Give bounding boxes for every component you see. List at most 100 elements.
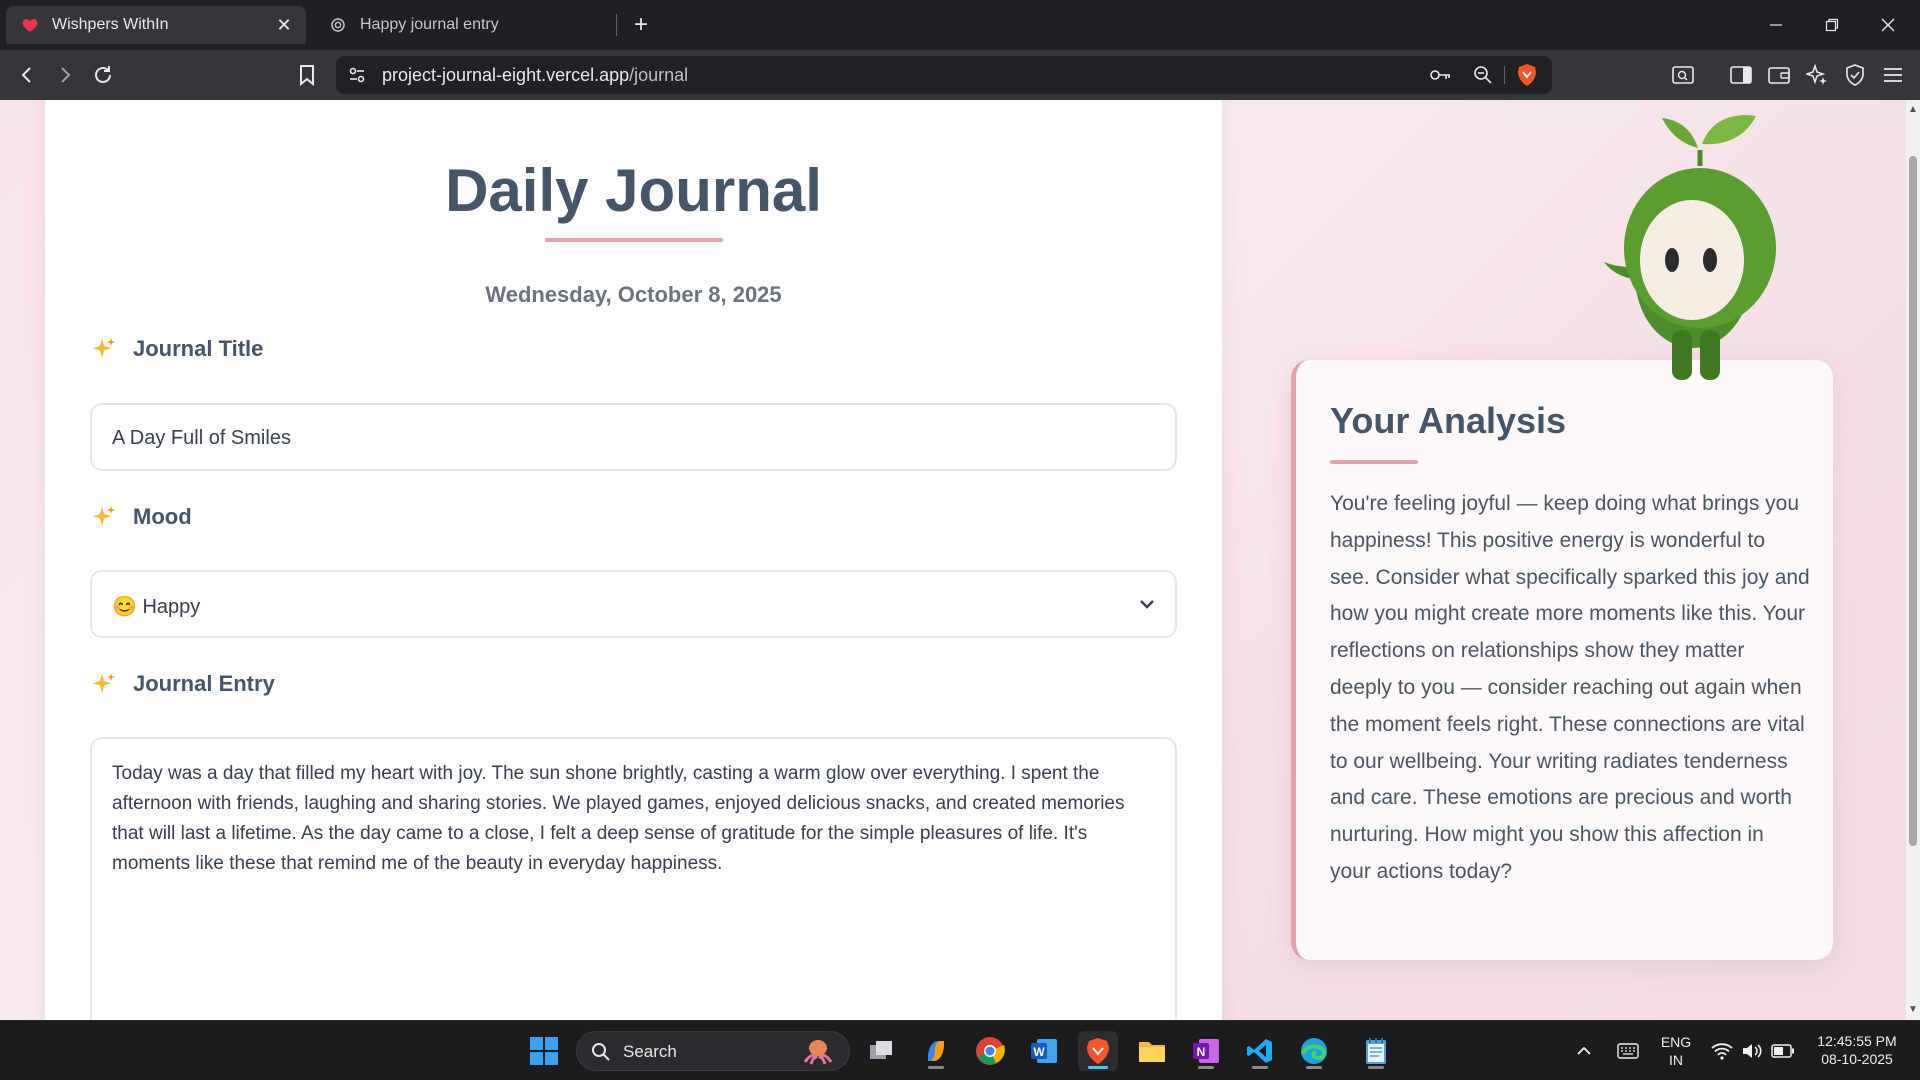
region-code: IN bbox=[1669, 1052, 1683, 1068]
running-indicator bbox=[1088, 1066, 1108, 1069]
forward-icon[interactable] bbox=[50, 60, 80, 90]
start-windows-icon[interactable] bbox=[524, 1031, 564, 1071]
minimize-button[interactable] bbox=[1748, 0, 1804, 50]
browser-toolbar: project-journal-eight.vercel.app/journal bbox=[0, 50, 1920, 100]
journal-entry-textarea[interactable]: Today was a day that filled my heart wit… bbox=[90, 737, 1177, 1020]
field-label-text: Mood bbox=[133, 504, 192, 529]
journal-entry-label: Journal Entry bbox=[91, 671, 275, 697]
new-tab-button[interactable]: + bbox=[626, 10, 656, 40]
page-title: Daily Journal bbox=[445, 157, 822, 224]
page-scrollbar[interactable]: ▲ ▼ bbox=[1906, 100, 1920, 1020]
brave-browser-icon[interactable] bbox=[1078, 1031, 1118, 1071]
scrollbar-thumb[interactable] bbox=[1909, 156, 1917, 846]
taskbar-search[interactable]: Search bbox=[576, 1031, 850, 1071]
title-underline bbox=[545, 238, 723, 242]
analysis-card: Your Analysis You're feeling joyful — ke… bbox=[1291, 360, 1833, 960]
search-label: Search bbox=[623, 1042, 677, 1061]
reader-mode-icon[interactable] bbox=[1668, 60, 1698, 90]
menu-icon[interactable] bbox=[1878, 60, 1908, 90]
task-view-icon[interactable] bbox=[862, 1031, 902, 1071]
running-indicator bbox=[1252, 1066, 1268, 1069]
touch-keyboard-icon[interactable] bbox=[1612, 1031, 1644, 1071]
vscode-icon[interactable] bbox=[1240, 1031, 1280, 1071]
sparkle-icon bbox=[93, 673, 115, 693]
journal-title-label: Journal Title bbox=[91, 336, 263, 362]
mood-value-text: Happy bbox=[142, 596, 201, 618]
search-icon bbox=[592, 1043, 610, 1061]
browser-tab-bar: Wishpers WithIn ✕ Happy journal entry + bbox=[0, 0, 1920, 50]
urlbar-divider bbox=[1504, 66, 1505, 84]
volume-icon bbox=[1743, 1044, 1762, 1058]
edge-icon[interactable] bbox=[1294, 1031, 1334, 1071]
analysis-text: You're feeling joyful — keep doing what … bbox=[1330, 492, 1810, 883]
tab-wishpers-within[interactable]: Wishpers WithIn ✕ bbox=[6, 6, 306, 44]
restore-button[interactable] bbox=[1804, 0, 1860, 50]
onenote-icon[interactable]: N bbox=[1186, 1031, 1226, 1071]
sprout-mascot-illustration bbox=[1604, 115, 1776, 380]
mood-selected-value: 😊 Happy bbox=[112, 594, 200, 619]
heart-favicon-icon bbox=[20, 15, 40, 35]
journal-entry-text: Today was a day that filled my heart wit… bbox=[112, 763, 1125, 874]
running-indicator bbox=[1368, 1066, 1384, 1069]
copilot-icon[interactable] bbox=[916, 1031, 956, 1071]
input-language-indicator[interactable]: ENG IN bbox=[1656, 1033, 1696, 1069]
back-icon[interactable] bbox=[12, 60, 42, 90]
vpn-shield-icon[interactable] bbox=[1840, 60, 1870, 90]
word-icon[interactable]: W bbox=[1024, 1031, 1064, 1071]
journal-card: Daily Journal Wednesday, October 8, 2025… bbox=[45, 100, 1222, 1020]
chevron-down-icon bbox=[1140, 600, 1154, 609]
wifi-icon bbox=[1711, 1043, 1733, 1060]
url-text[interactable]: project-journal-eight.vercel.app/journal bbox=[382, 56, 688, 94]
leo-ai-icon[interactable] bbox=[1802, 60, 1832, 90]
tab-separator bbox=[616, 14, 617, 36]
svg-text:W: W bbox=[1033, 1045, 1045, 1059]
show-hidden-icons-chevron-up-icon[interactable] bbox=[1568, 1031, 1600, 1071]
scroll-down-icon[interactable]: ▼ bbox=[1907, 1004, 1919, 1016]
running-indicator bbox=[928, 1066, 944, 1069]
mood-select[interactable]: 😊 Happy bbox=[90, 570, 1177, 638]
search-highlight-octopus-icon bbox=[803, 1040, 833, 1065]
close-window-button[interactable] bbox=[1860, 0, 1916, 50]
tab-title: Happy journal entry bbox=[360, 16, 499, 33]
key-icon[interactable] bbox=[1426, 60, 1456, 90]
url-path: /journal bbox=[629, 65, 689, 85]
zoom-icon[interactable] bbox=[1468, 60, 1498, 90]
sparkle-icon bbox=[93, 338, 115, 358]
smiley-emoji-icon: 😊 bbox=[112, 596, 137, 618]
clock-date: 08-10-2025 bbox=[1821, 1051, 1893, 1067]
running-indicator bbox=[1198, 1066, 1214, 1069]
url-host: project-journal-eight.vercel.app bbox=[382, 65, 630, 85]
close-tab-icon[interactable]: ✕ bbox=[270, 11, 298, 39]
running-indicator bbox=[1306, 1066, 1322, 1069]
tab-happy-journal-entry[interactable]: Happy journal entry bbox=[314, 6, 614, 44]
openai-favicon-icon bbox=[328, 15, 348, 35]
chrome-icon[interactable] bbox=[970, 1031, 1010, 1071]
wallet-icon[interactable] bbox=[1764, 60, 1794, 90]
windows-taskbar: Search W N ENG IN 12:45:55 PM 08-10-2025 bbox=[0, 1020, 1920, 1080]
page-viewport: Daily Journal Wednesday, October 8, 2025… bbox=[0, 100, 1906, 1020]
sparkle-icon bbox=[93, 506, 115, 526]
clock-time: 12:45:55 PM bbox=[1817, 1033, 1897, 1049]
address-bar[interactable]: project-journal-eight.vercel.app/journal bbox=[336, 56, 1552, 94]
bookmark-icon[interactable] bbox=[292, 60, 322, 90]
analysis-underline bbox=[1330, 460, 1418, 464]
file-explorer-icon[interactable] bbox=[1132, 1031, 1172, 1071]
svg-text:N: N bbox=[1197, 1045, 1206, 1059]
brave-shields-icon[interactable] bbox=[1512, 60, 1542, 90]
quick-settings-area[interactable] bbox=[1708, 1031, 1798, 1071]
journal-title-input[interactable]: A Day Full of Smiles bbox=[90, 403, 1177, 471]
language-code: ENG bbox=[1660, 1034, 1692, 1050]
analysis-title: Your Analysis bbox=[1330, 400, 1567, 441]
site-settings-icon[interactable] bbox=[342, 60, 372, 90]
clock[interactable]: 12:45:55 PM 08-10-2025 bbox=[1802, 1032, 1912, 1068]
scroll-up-icon[interactable]: ▲ bbox=[1907, 104, 1919, 116]
battery-icon bbox=[1771, 1044, 1794, 1058]
journal-title-value: A Day Full of Smiles bbox=[112, 427, 291, 449]
tab-title: Wishpers WithIn bbox=[52, 16, 169, 33]
current-date: Wednesday, October 8, 2025 bbox=[485, 282, 782, 307]
mood-label: Mood bbox=[91, 504, 192, 530]
field-label-text: Journal Title bbox=[133, 336, 264, 361]
notepad-icon[interactable] bbox=[1356, 1031, 1396, 1071]
sidebar-icon[interactable] bbox=[1726, 60, 1756, 90]
reload-icon[interactable] bbox=[88, 60, 118, 90]
